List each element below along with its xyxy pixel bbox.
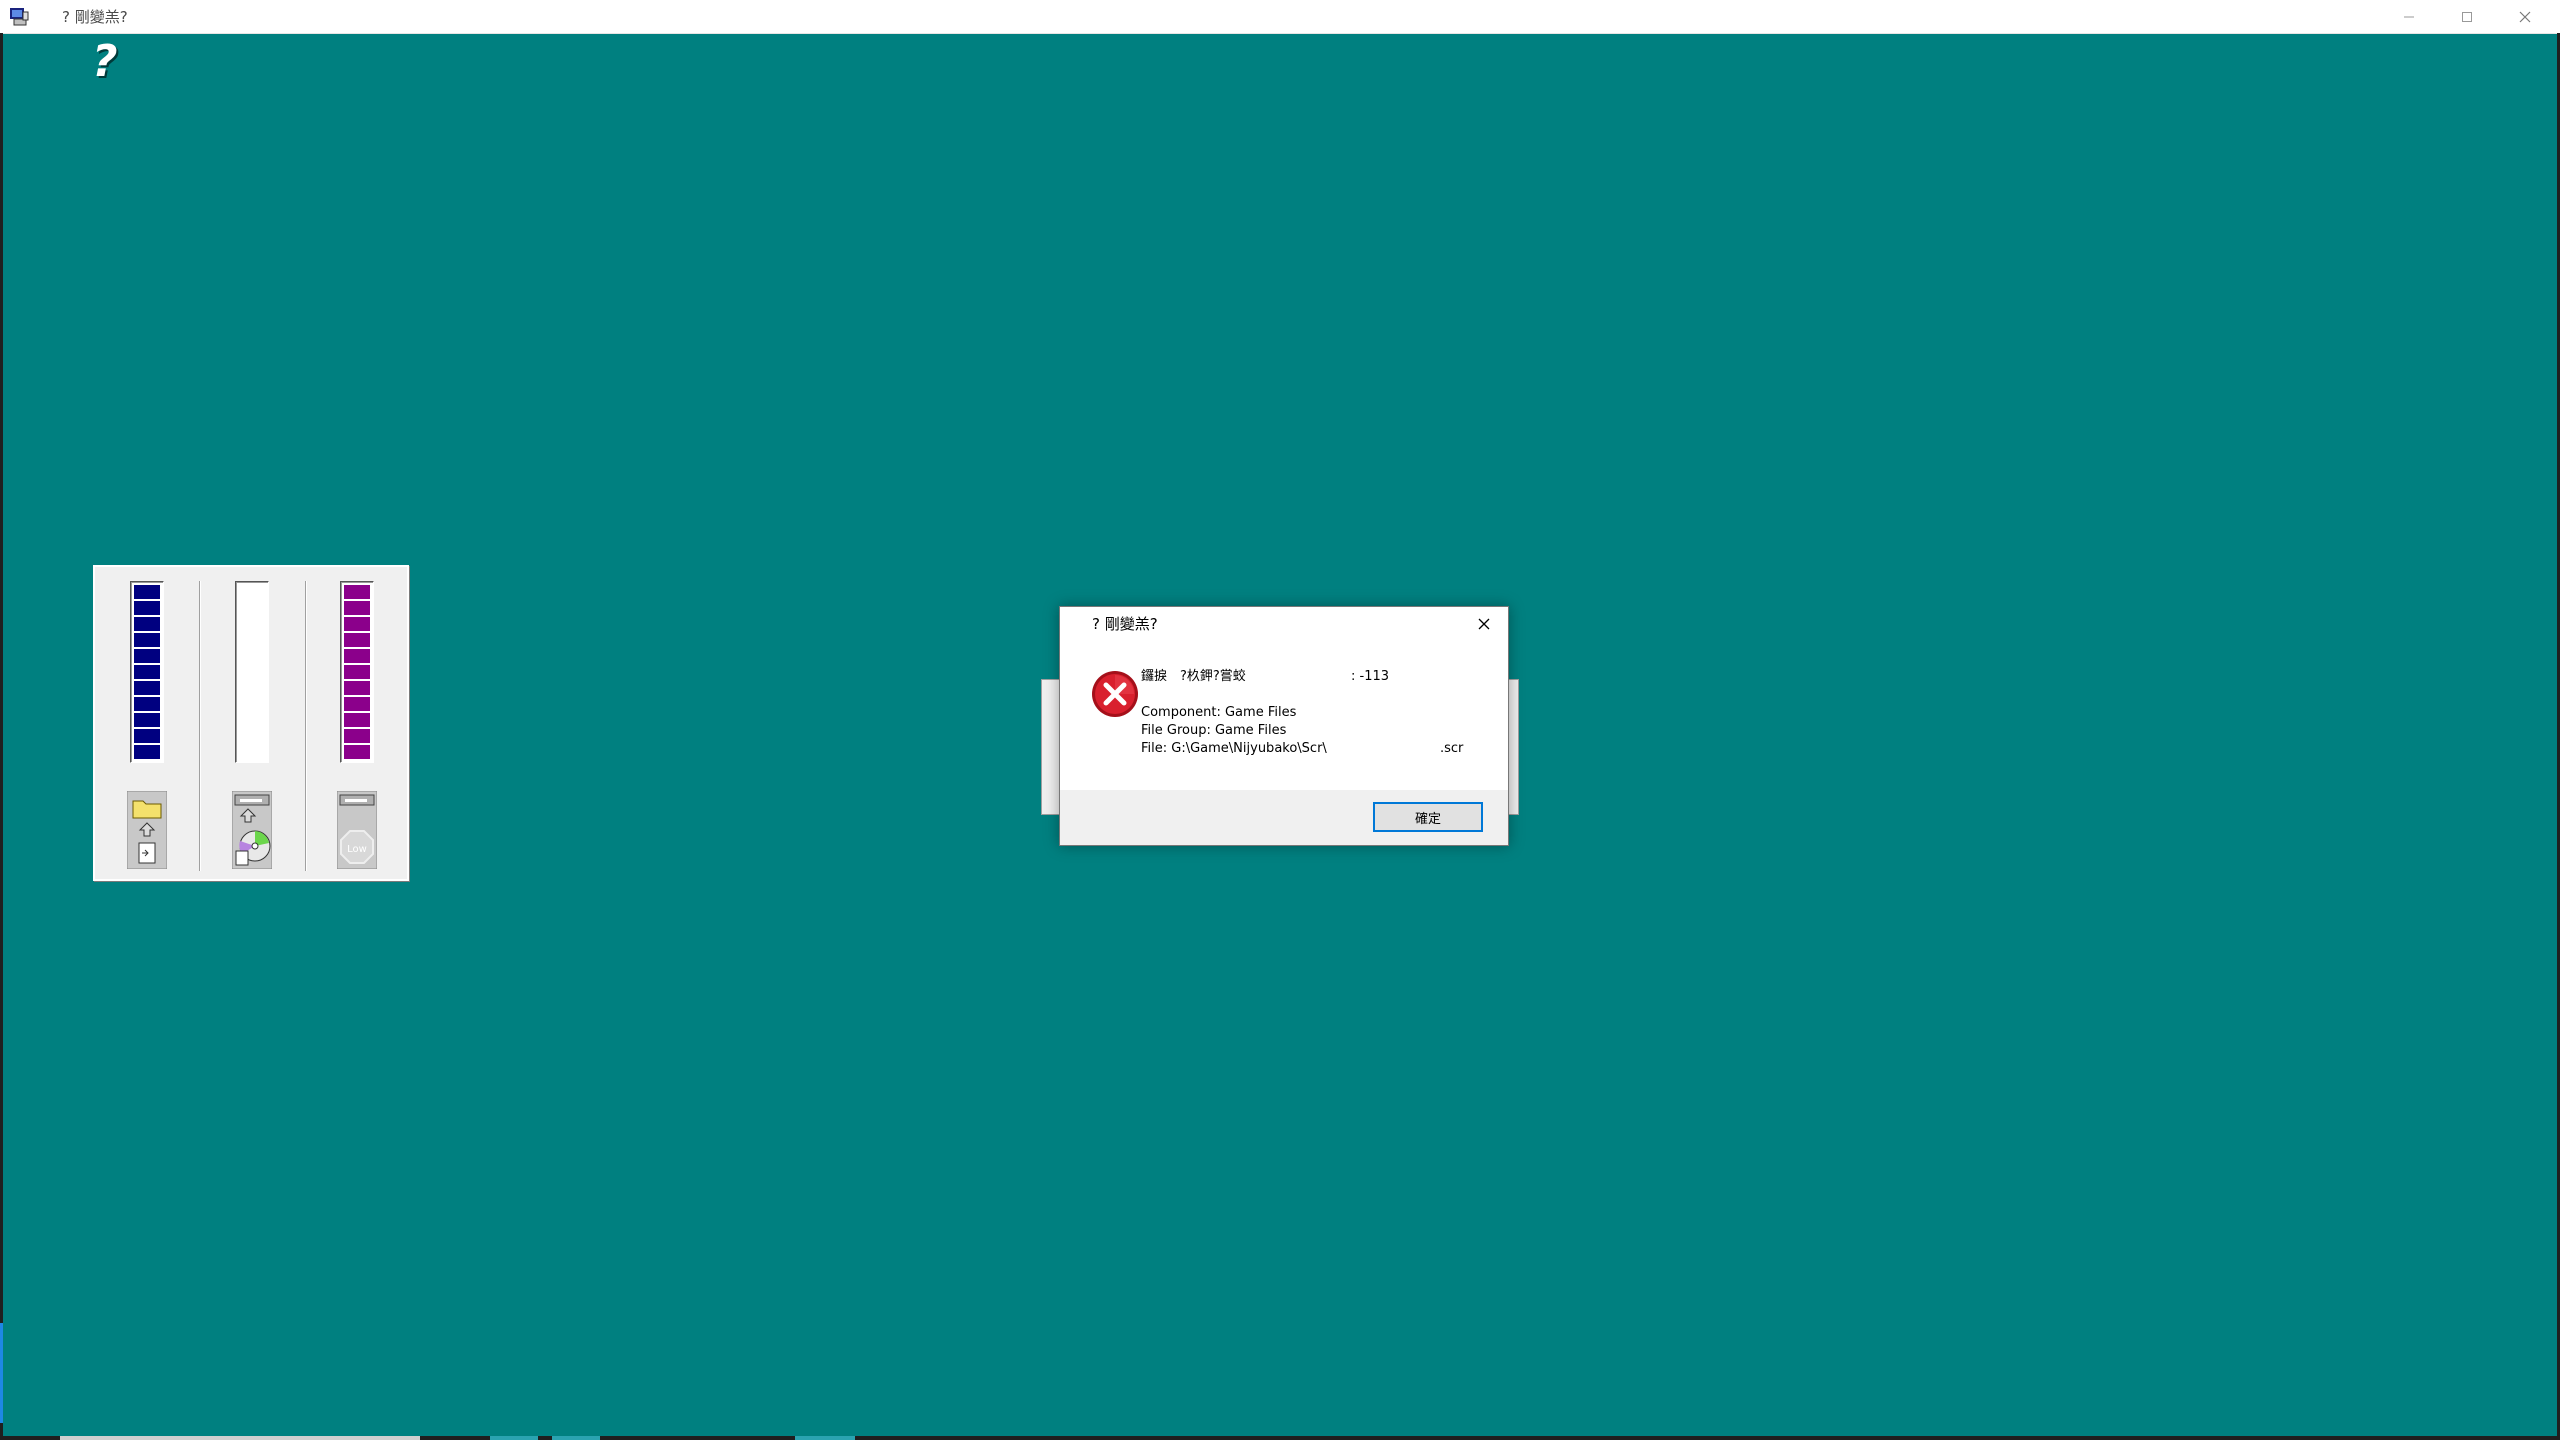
low-memory-icon: Low: [337, 791, 377, 869]
meter-segment: [134, 649, 160, 663]
memory-meter-fill: [344, 585, 370, 759]
file-progress-fill: [134, 585, 160, 759]
error-message: 鑼捩 ?杦鉀?嘗蛟: [1141, 669, 1246, 684]
meter-divider: [305, 581, 307, 871]
meter-segment: [344, 617, 370, 631]
disk-progress-meter: [235, 581, 269, 763]
folder-copy-icon: [127, 791, 167, 869]
meter-segment: [344, 633, 370, 647]
meter-segment: [134, 601, 160, 615]
meter-segment: [134, 617, 160, 631]
close-icon: [1478, 618, 1490, 630]
progress-meter-panel: Low: [93, 565, 409, 881]
maximize-button[interactable]: [2438, 0, 2496, 33]
setup-monitor-icon: [10, 8, 29, 26]
error-x-icon: [1092, 671, 1138, 717]
minimize-button[interactable]: [2380, 0, 2438, 33]
window-title: ? 剛變羔?: [62, 8, 128, 26]
error-file-path: File: G:\Game\Nijyubako\Scr\: [1141, 741, 1327, 756]
minimize-icon: [2404, 16, 2414, 17]
error-file-extension: .scr: [1440, 741, 1464, 756]
memory-meter: [340, 581, 374, 763]
title-bar[interactable]: ? 剛變羔?: [0, 0, 2560, 34]
meter-segment: [344, 745, 370, 759]
dialog-title: ? 剛變羔?: [1092, 615, 1158, 633]
close-button[interactable]: [2496, 0, 2554, 33]
meter-segment: [344, 729, 370, 743]
file-progress-meter: [130, 581, 164, 763]
meter-segment: [134, 665, 160, 679]
ok-button[interactable]: 確定: [1373, 802, 1483, 832]
maximize-icon: [2462, 11, 2472, 22]
low-memory-label: Low: [347, 844, 367, 855]
meter-segment: [134, 713, 160, 727]
error-dialog: ? 剛變羔? 鑼捩 ?杦鉀?嘗蛟 : -113 Component: Game …: [1059, 606, 1509, 846]
error-file-group: File Group: Game Files: [1141, 723, 1287, 738]
meter-segment: [344, 697, 370, 711]
meter-segment: [344, 681, 370, 695]
error-code: : -113: [1351, 669, 1390, 684]
error-component: Component: Game Files: [1141, 705, 1297, 720]
meter-segment: [344, 713, 370, 727]
meter-segment: [344, 601, 370, 615]
help-question-mark: ?: [92, 36, 118, 87]
meter-segment: [344, 585, 370, 599]
disk-cd-icon: [232, 791, 272, 869]
setup-window: ? 剛變羔? ? Low ? 剛變羔? 鑼捩 ?杦鉀?嘗蛟: -113 Com…: [0, 0, 2560, 1440]
dialog-close-button[interactable]: [1470, 611, 1498, 637]
meter-divider: [199, 581, 201, 871]
close-icon: [2519, 11, 2531, 22]
taskbar-strip: [0, 1436, 2560, 1440]
meter-segment: [344, 665, 370, 679]
meter-segment: [134, 697, 160, 711]
meter-segment: [134, 633, 160, 647]
meter-segment: [134, 681, 160, 695]
meter-segment: [134, 585, 160, 599]
meter-segment: [134, 745, 160, 759]
window-left-border: [0, 33, 3, 1440]
meter-segment: [344, 649, 370, 663]
meter-segment: [134, 729, 160, 743]
